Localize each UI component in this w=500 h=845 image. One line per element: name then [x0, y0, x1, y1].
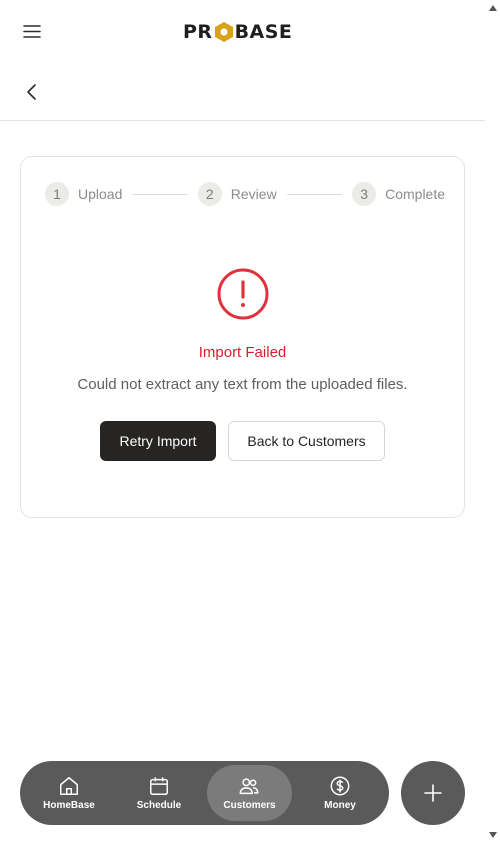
- step-review: 2 Review: [197, 182, 277, 206]
- logo-text-left: PR: [183, 21, 213, 43]
- alert-circle-icon: [217, 268, 268, 320]
- nav-label: Schedule: [136, 800, 182, 811]
- users-icon: [240, 778, 259, 795]
- step-label: Complete: [385, 186, 446, 202]
- nav-item-homebase[interactable]: HomeBase: [24, 765, 114, 821]
- retry-import-button[interactable]: Retry Import: [100, 421, 216, 461]
- back-to-customers-button[interactable]: Back to Customers: [228, 421, 385, 461]
- add-button[interactable]: [401, 761, 465, 825]
- scrollbar-up-arrow-icon[interactable]: [488, 4, 498, 12]
- action-buttons: Retry Import Back to Customers: [100, 421, 385, 461]
- step-upload: 1 Upload: [45, 182, 122, 206]
- logo-hexagon-icon: [214, 21, 234, 43]
- step-complete: 3 Complete: [352, 182, 445, 206]
- plus-icon: [424, 784, 442, 802]
- home-icon: [60, 777, 78, 795]
- step-number: 1: [45, 182, 69, 206]
- step-label: Upload: [78, 186, 123, 202]
- back-chevron-icon[interactable]: [22, 82, 42, 102]
- bottom-nav: HomeBase Schedule Customers Money: [20, 761, 389, 825]
- hamburger-menu-icon[interactable]: [22, 21, 42, 41]
- nav-item-customers[interactable]: Customers: [206, 765, 293, 821]
- step-number: 2: [197, 182, 222, 206]
- nav-label: Money: [324, 800, 356, 811]
- dollar-icon: [330, 776, 350, 796]
- nav-item-money[interactable]: Money: [295, 765, 385, 821]
- import-status: Import Failed Could not extract any text…: [21, 267, 464, 393]
- nav-item-schedule[interactable]: Schedule: [114, 765, 204, 821]
- step-number: 3: [352, 182, 377, 206]
- top-bar: PR BASE: [0, 0, 485, 62]
- scrollbar-down-arrow-icon[interactable]: [488, 831, 498, 839]
- status-message: Could not extract any text from the uplo…: [77, 376, 408, 393]
- logo-text-right: BASE: [234, 21, 293, 43]
- nav-label: Customers: [223, 800, 276, 811]
- import-stepper: 1 Upload 2 Review 3 Complete: [45, 181, 445, 207]
- import-card: 1 Upload 2 Review 3 Complete Import Fail…: [20, 156, 465, 518]
- step-connector: [286, 193, 343, 195]
- probase-logo[interactable]: PR BASE: [183, 20, 292, 44]
- step-connector: [132, 193, 188, 195]
- step-label: Review: [230, 186, 277, 202]
- back-bar: [0, 62, 485, 121]
- calendar-icon: [149, 777, 168, 795]
- nav-label: HomeBase: [43, 800, 95, 811]
- status-title: Import Failed: [198, 344, 287, 361]
